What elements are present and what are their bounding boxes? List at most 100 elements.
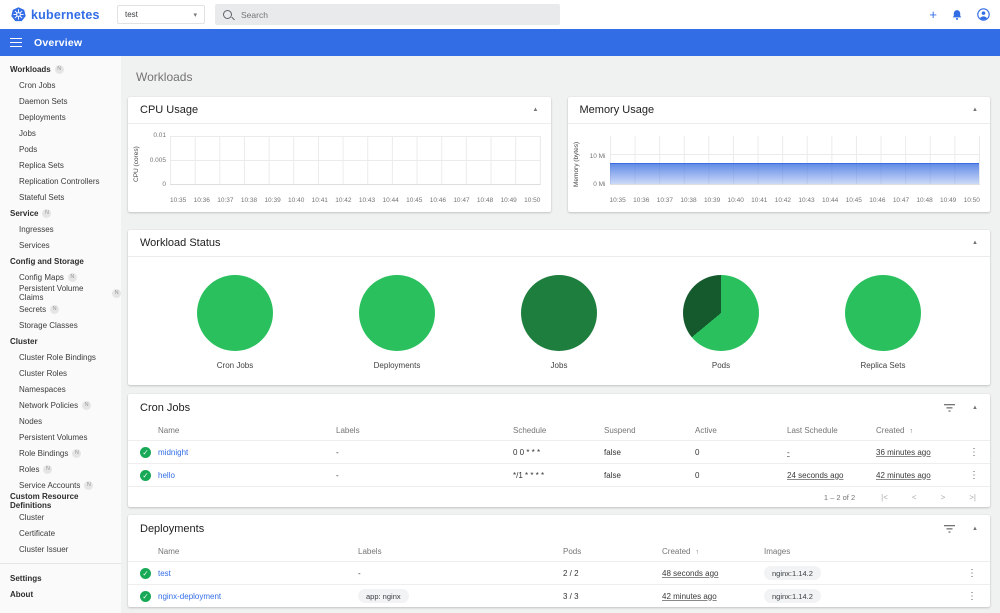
- page-breadcrumb-title: Overview: [34, 36, 83, 49]
- sidebar-item-storage-classes[interactable]: Storage Classes: [0, 317, 121, 333]
- memory-area-series: [609, 162, 979, 184]
- cell-last-schedule: 24 seconds ago: [787, 470, 844, 480]
- tick-label: 10:49: [500, 197, 517, 204]
- row-menu-icon[interactable]: ⋮: [969, 447, 979, 458]
- sidebar-item-stateful-sets[interactable]: Stateful Sets: [0, 189, 121, 205]
- sidebar-item-label: Storage Classes: [19, 320, 78, 330]
- sidebar-item-replica-sets[interactable]: Replica Sets: [0, 157, 121, 173]
- sidebar-item-label: Config Maps: [19, 272, 64, 282]
- sidebar-item-crd-cluster[interactable]: Cluster: [0, 509, 121, 525]
- pie-jobs: Jobs: [494, 275, 624, 370]
- tick-label: 10:41: [751, 197, 768, 204]
- cell-created: 36 minutes ago: [876, 447, 931, 457]
- sidebar-item-services[interactable]: Services: [0, 237, 121, 253]
- tick-label: 10:45: [406, 197, 423, 204]
- cron-job-link[interactable]: midnight: [158, 448, 188, 457]
- sidebar-group-label: Workloads: [10, 64, 51, 74]
- sidebar-item-cluster-role-bindings[interactable]: Cluster Role Bindings: [0, 349, 121, 365]
- cell-suspend: false: [604, 470, 621, 480]
- row-menu-icon[interactable]: ⋮: [967, 568, 977, 579]
- deployment-link[interactable]: test: [158, 569, 171, 578]
- sidebar-item-persistent-volume-claims[interactable]: Persistent Volume Claims N: [0, 284, 121, 302]
- deployment-link[interactable]: nginx-deployment: [158, 592, 221, 601]
- collapse-card-icon[interactable]: ▲: [972, 240, 978, 246]
- sidebar-item-roles[interactable]: Roles N: [0, 461, 121, 477]
- sidebar-item-role-bindings[interactable]: Role Bindings N: [0, 445, 121, 461]
- namespace-selector[interactable]: test ▾: [117, 5, 205, 24]
- notifications-bell-icon[interactable]: [951, 9, 963, 21]
- tick-label: 10:50: [524, 197, 541, 204]
- sidebar-item-config-maps[interactable]: Config Maps N: [0, 269, 121, 285]
- column-header-created[interactable]: Created ↑: [876, 426, 969, 435]
- filter-icon[interactable]: [944, 524, 956, 533]
- main-content: Workloads CPU Usage ▲ CPU (cores) 0.01 0…: [121, 56, 1000, 613]
- sidebar-item-namespaces[interactable]: Namespaces: [0, 381, 121, 397]
- search-input[interactable]: [241, 9, 552, 20]
- collapse-card-icon[interactable]: ▲: [972, 107, 978, 113]
- kubernetes-logo[interactable]: kubernetes: [0, 7, 117, 22]
- sidebar-item-network-policies[interactable]: Network Policies N: [0, 397, 121, 413]
- sidebar-item-cluster-roles[interactable]: Cluster Roles: [0, 365, 121, 381]
- collapse-card-icon[interactable]: ▲: [972, 405, 978, 411]
- sidebar-item-jobs[interactable]: Jobs: [0, 125, 121, 141]
- sidebar-item-daemon-sets[interactable]: Daemon Sets: [0, 93, 121, 109]
- collapse-card-icon[interactable]: ▲: [533, 107, 539, 113]
- replica-sets-pie-chart: [845, 275, 921, 351]
- sidebar-item-label: Secrets: [19, 304, 47, 314]
- row-menu-icon[interactable]: ⋮: [969, 470, 979, 481]
- last-page-icon[interactable]: >|: [969, 493, 976, 502]
- memory-usage-chart: Memory (bytes) 10 Mi 0 Mi 10:35 10:36 10:3…: [568, 124, 991, 211]
- new-badge: N: [50, 304, 60, 314]
- sidebar-group-service[interactable]: Service N: [0, 205, 121, 221]
- sidebar-item-nodes[interactable]: Nodes: [0, 413, 121, 429]
- sidebar-item-ingresses[interactable]: Ingresses: [0, 221, 121, 237]
- create-resource-button[interactable]: +: [929, 8, 937, 21]
- sidebar-item-label: Cluster Issuer: [19, 544, 69, 554]
- sidebar-group-custom-resource-definitions[interactable]: Custom Resource Definitions: [0, 492, 121, 510]
- cell-labels: -: [336, 447, 339, 457]
- cpu-usage-card: CPU Usage ▲ CPU (cores) 0.01 0.005 0 10:…: [128, 97, 551, 212]
- filter-icon[interactable]: [944, 403, 956, 412]
- pie-pods: Pods: [656, 275, 786, 370]
- sidebar-item-settings[interactable]: Settings: [0, 570, 121, 586]
- menu-hamburger-icon[interactable]: [10, 37, 22, 48]
- user-profile-icon[interactable]: [977, 8, 990, 21]
- sidebar-item-service-accounts[interactable]: Service Accounts N: [0, 477, 121, 493]
- deployments-title: Deployments: [140, 522, 205, 535]
- sidebar-item-pods[interactable]: Pods: [0, 141, 121, 157]
- pods-pie-chart: [683, 275, 759, 351]
- sidebar-item-about[interactable]: About: [0, 586, 121, 602]
- cron-job-link[interactable]: hello: [158, 471, 175, 480]
- column-header-pods: Pods: [563, 547, 582, 556]
- new-badge: N: [112, 288, 121, 298]
- tick-label: 10:48: [916, 197, 933, 204]
- page-title: Workloads: [136, 69, 193, 84]
- collapse-card-icon[interactable]: ▲: [972, 526, 978, 532]
- column-header-created[interactable]: Created ↑: [662, 547, 764, 556]
- first-page-icon[interactable]: |<: [881, 493, 888, 502]
- y-tick: 0.01: [153, 132, 166, 139]
- column-header-name: Name: [158, 547, 180, 556]
- sidebar-group-cluster[interactable]: Cluster: [0, 333, 121, 349]
- tick-label: 10:46: [869, 197, 886, 204]
- sidebar-group-config-and-storage[interactable]: Config and Storage: [0, 253, 121, 269]
- next-page-icon[interactable]: >: [941, 493, 946, 502]
- sidebar-item-persistent-volumes[interactable]: Persistent Volumes: [0, 429, 121, 445]
- previous-page-icon[interactable]: <: [912, 493, 917, 502]
- sidebar-item-cron-jobs[interactable]: Cron Jobs: [0, 77, 121, 93]
- search-bar[interactable]: [215, 4, 560, 25]
- sidebar-item-replication-controllers[interactable]: Replication Controllers: [0, 173, 121, 189]
- sidebar-item-secrets[interactable]: Secrets N: [0, 301, 121, 317]
- sidebar-item-deployments[interactable]: Deployments: [0, 109, 121, 125]
- cron-jobs-card: Cron Jobs ▲ Name Labels Schedule Suspend…: [128, 394, 990, 507]
- pie-label: Replica Sets: [860, 361, 906, 370]
- column-header-schedule: Schedule: [513, 426, 547, 435]
- cron-jobs-header-row: Name Labels Schedule Suspend Active Last…: [128, 421, 990, 440]
- sidebar-item-crd-cluster-issuer[interactable]: Cluster Issuer: [0, 541, 121, 557]
- sidebar-group-workloads[interactable]: Workloads N: [0, 61, 121, 77]
- sidebar-item-crd-certificate[interactable]: Certificate: [0, 525, 121, 541]
- row-menu-icon[interactable]: ⋮: [967, 591, 977, 602]
- logo-text: kubernetes: [31, 7, 100, 22]
- sidebar-item-label: Service Accounts: [19, 480, 81, 490]
- y-tick: 0: [162, 181, 166, 188]
